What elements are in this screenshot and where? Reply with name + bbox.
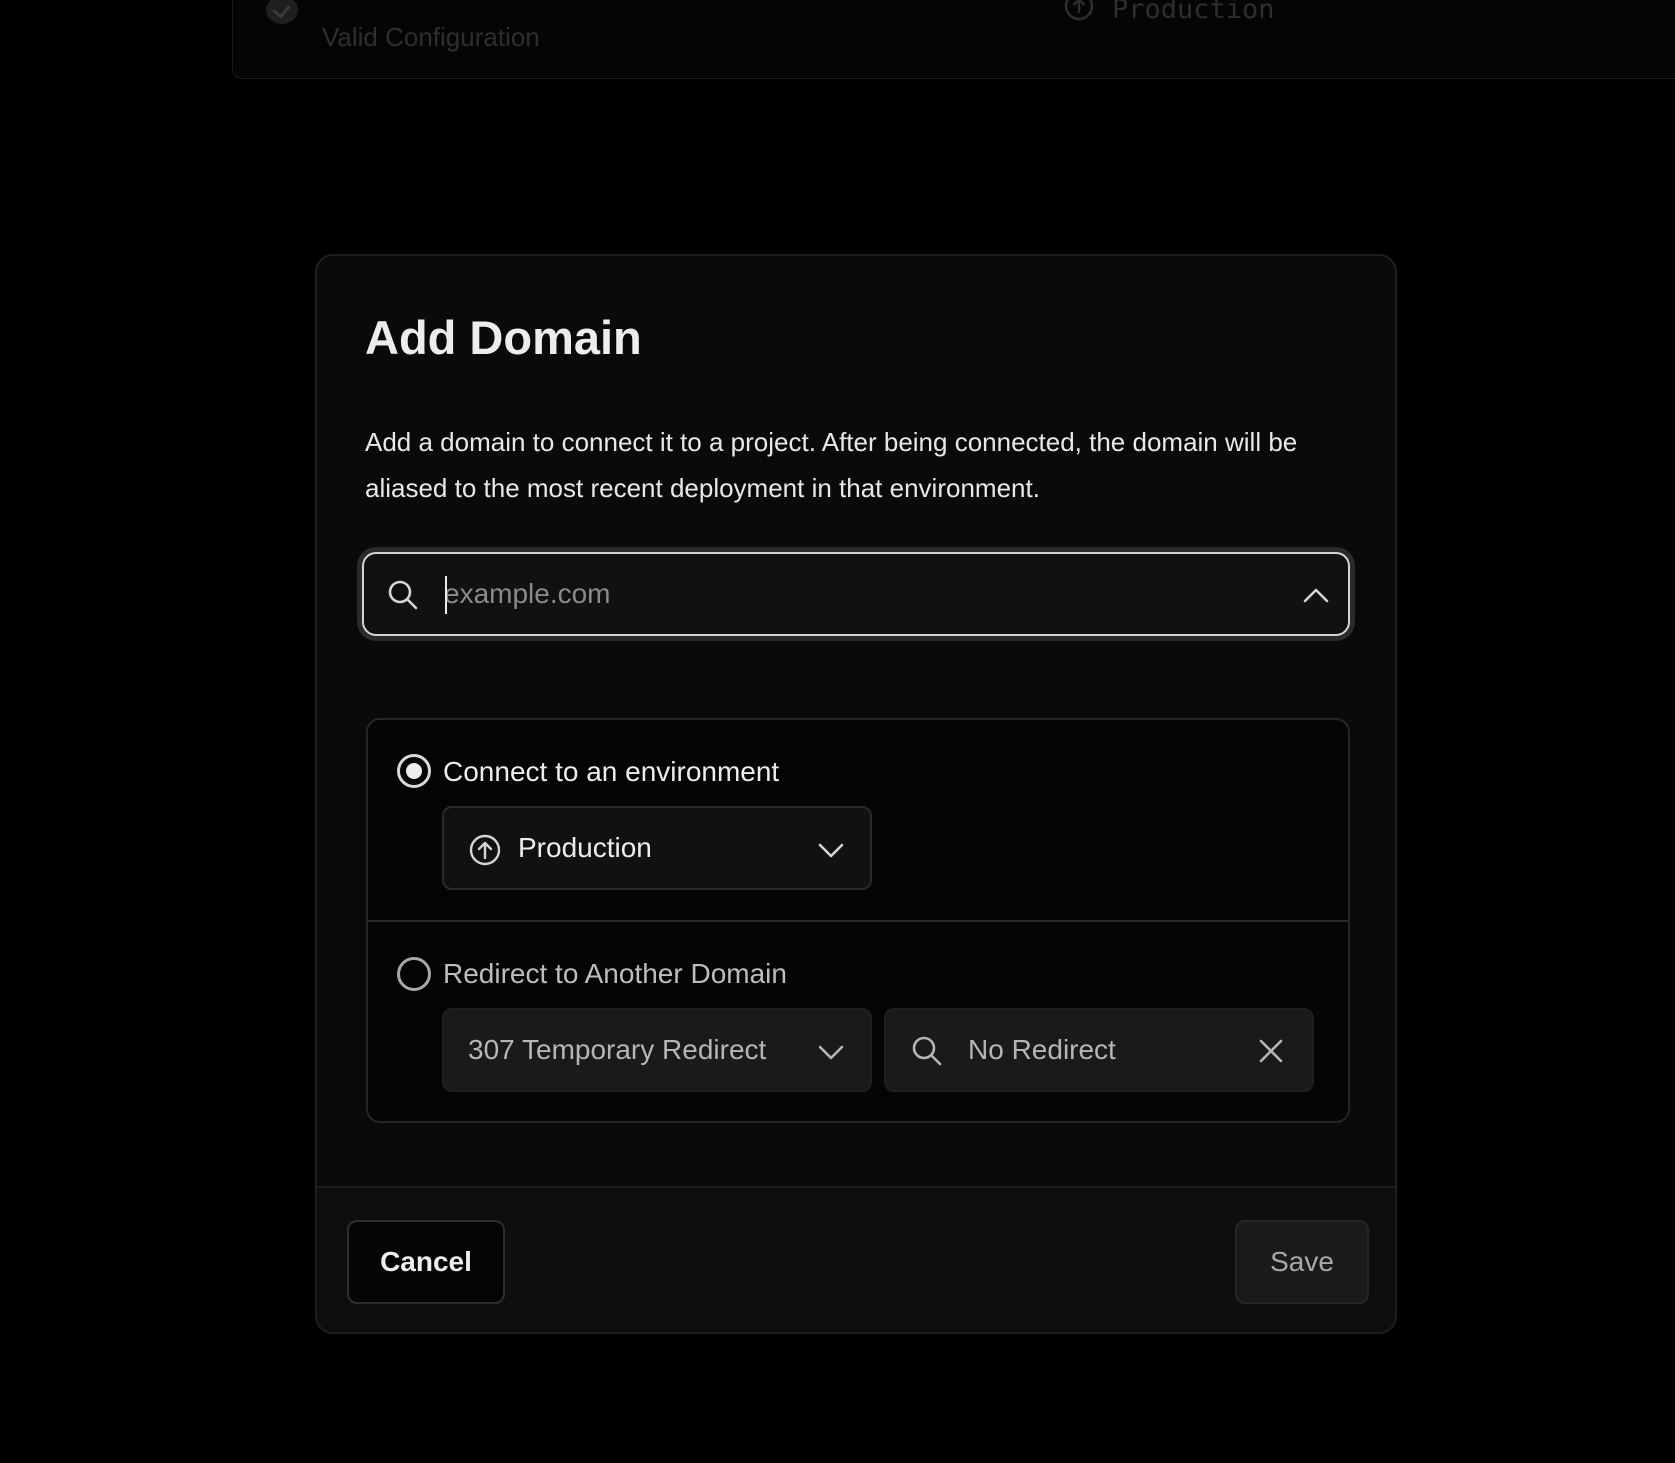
domain-input[interactable] — [444, 568, 1264, 620]
chevron-down-icon — [818, 1045, 844, 1060]
add-domain-modal: Add Domain Add a domain to connect it to… — [315, 254, 1397, 1334]
environment-select-value: Production — [518, 832, 652, 863]
arrow-up-circle-icon — [469, 834, 501, 866]
text-caret — [445, 576, 447, 614]
redirect-status-select[interactable]: 307 Temporary Redirect — [442, 1008, 872, 1092]
modal-title: Add Domain — [365, 311, 642, 364]
redirect-domain-radio[interactable] — [397, 957, 431, 991]
modal-description: Add a domain to connect it to a project.… — [365, 427, 1298, 503]
background-environment-text: Production — [1112, 0, 1275, 25]
chevron-down-icon — [818, 843, 844, 858]
redirect-status-value: 307 Temporary Redirect — [468, 1034, 767, 1065]
close-icon[interactable] — [1256, 1036, 1286, 1066]
save-button[interactable]: Save — [1235, 1220, 1369, 1304]
domain-combobox[interactable] — [362, 552, 1350, 636]
background-status-text: Valid Configuration — [322, 22, 540, 52]
redirect-target-search[interactable]: No Redirect — [884, 1008, 1314, 1092]
modal-footer: Cancel Save — [317, 1186, 1395, 1332]
connect-environment-radio[interactable] — [397, 754, 431, 788]
search-icon — [388, 580, 418, 610]
environment-select[interactable]: Production — [442, 806, 872, 890]
chevron-up-icon[interactable] — [1302, 584, 1330, 606]
redirect-domain-label[interactable]: Redirect to Another Domain — [443, 958, 787, 990]
cancel-button[interactable]: Cancel — [347, 1220, 505, 1304]
redirect-target-value: No Redirect — [968, 1034, 1116, 1065]
search-icon — [912, 1036, 942, 1066]
options-divider — [368, 920, 1348, 922]
domain-options: Connect to an environment Production Red… — [366, 718, 1350, 1123]
arrow-up-circle-icon — [1064, 0, 1094, 21]
connect-environment-label[interactable]: Connect to an environment — [443, 756, 779, 788]
